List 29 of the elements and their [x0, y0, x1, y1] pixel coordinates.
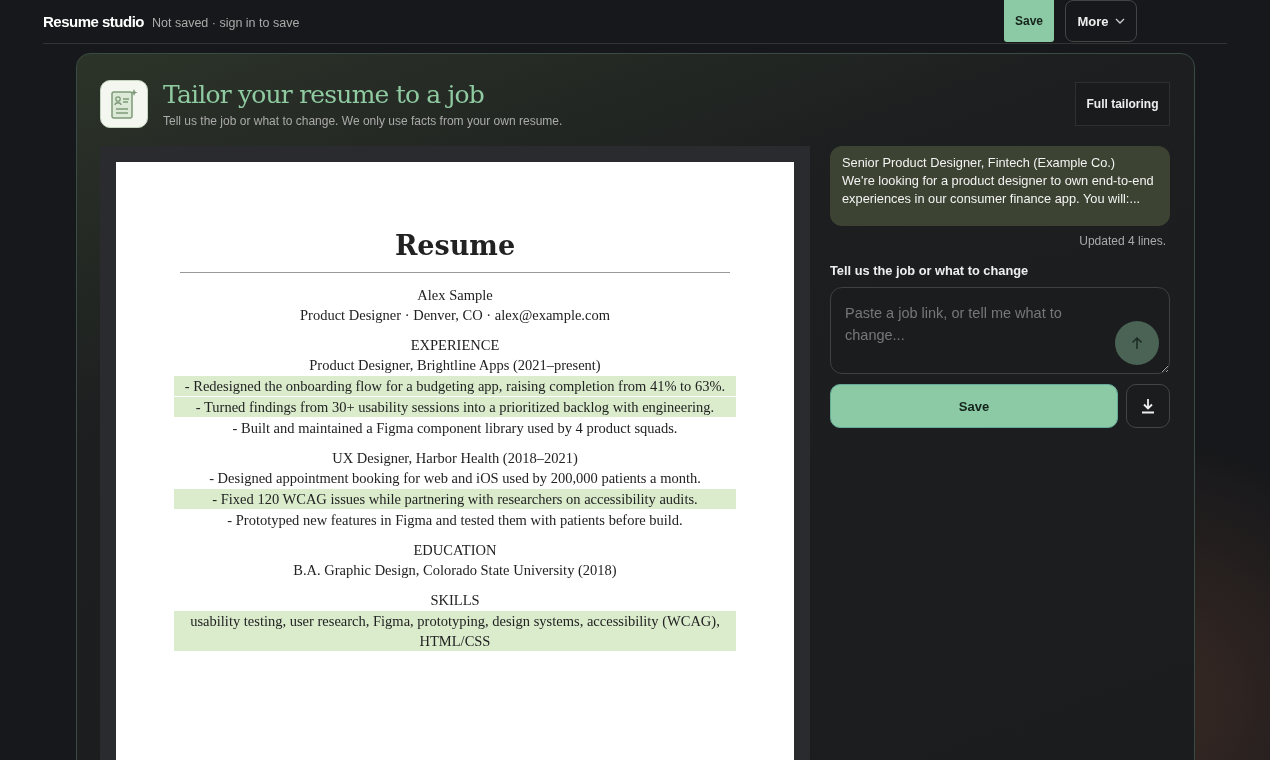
chevron-down-icon [1114, 18, 1125, 24]
resume-icon [100, 80, 148, 128]
resume-title: Resume [393, 229, 517, 263]
section-heading: SKILLS [429, 591, 481, 610]
download-button[interactable] [1126, 384, 1170, 428]
resume-line: Product Designer, Brightline Apps (2021–present) [308, 356, 602, 375]
more-button[interactable]: More [1065, 0, 1137, 42]
save-button[interactable]: Save [1004, 0, 1054, 42]
person-name: Alex Sample [416, 286, 494, 305]
prompt-label: Tell us the job or what to change [830, 263, 1030, 278]
page-title: Tailor your resume to a job [163, 80, 485, 110]
resume-line: - Built and maintained a Figma component library used by 4 product squads. [231, 419, 679, 438]
section-heading: EDUCATION [412, 541, 498, 560]
resume-line: - Designed appointment booking for web and iOS used by 200,000 patients a month. [208, 469, 702, 488]
save-button[interactable]: Save [830, 384, 1118, 428]
save-status: Not saved · sign in to save [152, 16, 300, 30]
section-heading: UX Designer, Harbor Health (2018–2021) [331, 449, 579, 468]
resume-line: - Prototyped new features in Figma and tested them with patients before build. [226, 511, 684, 530]
prompt-field[interactable]: Paste a job link, or tell me what to change... [830, 287, 1170, 374]
arrow-up-icon [1131, 336, 1143, 350]
section-heading: EXPERIENCE [409, 336, 501, 355]
download-icon [1141, 398, 1155, 414]
full-tailoring-button[interactable]: Full tailoring [1075, 82, 1170, 126]
resume-line: B.A. Graphic Design, Colorado State University (2018) [292, 561, 618, 580]
resume-line: Product Designer · Denver, CO · alex@example.com [299, 306, 611, 325]
update-note: Updated 4 lines. [1078, 234, 1166, 248]
app-name: Resume studio [43, 13, 145, 30]
page-subtitle: Tell us the job or what to change. We only use facts from your own resume. [163, 114, 564, 128]
job-description-message: Senior Product Designer, Fintech (Example Co.) We're looking for a product designer to own end-to-end experiences in our consumer finance app. You will:... [830, 146, 1170, 226]
